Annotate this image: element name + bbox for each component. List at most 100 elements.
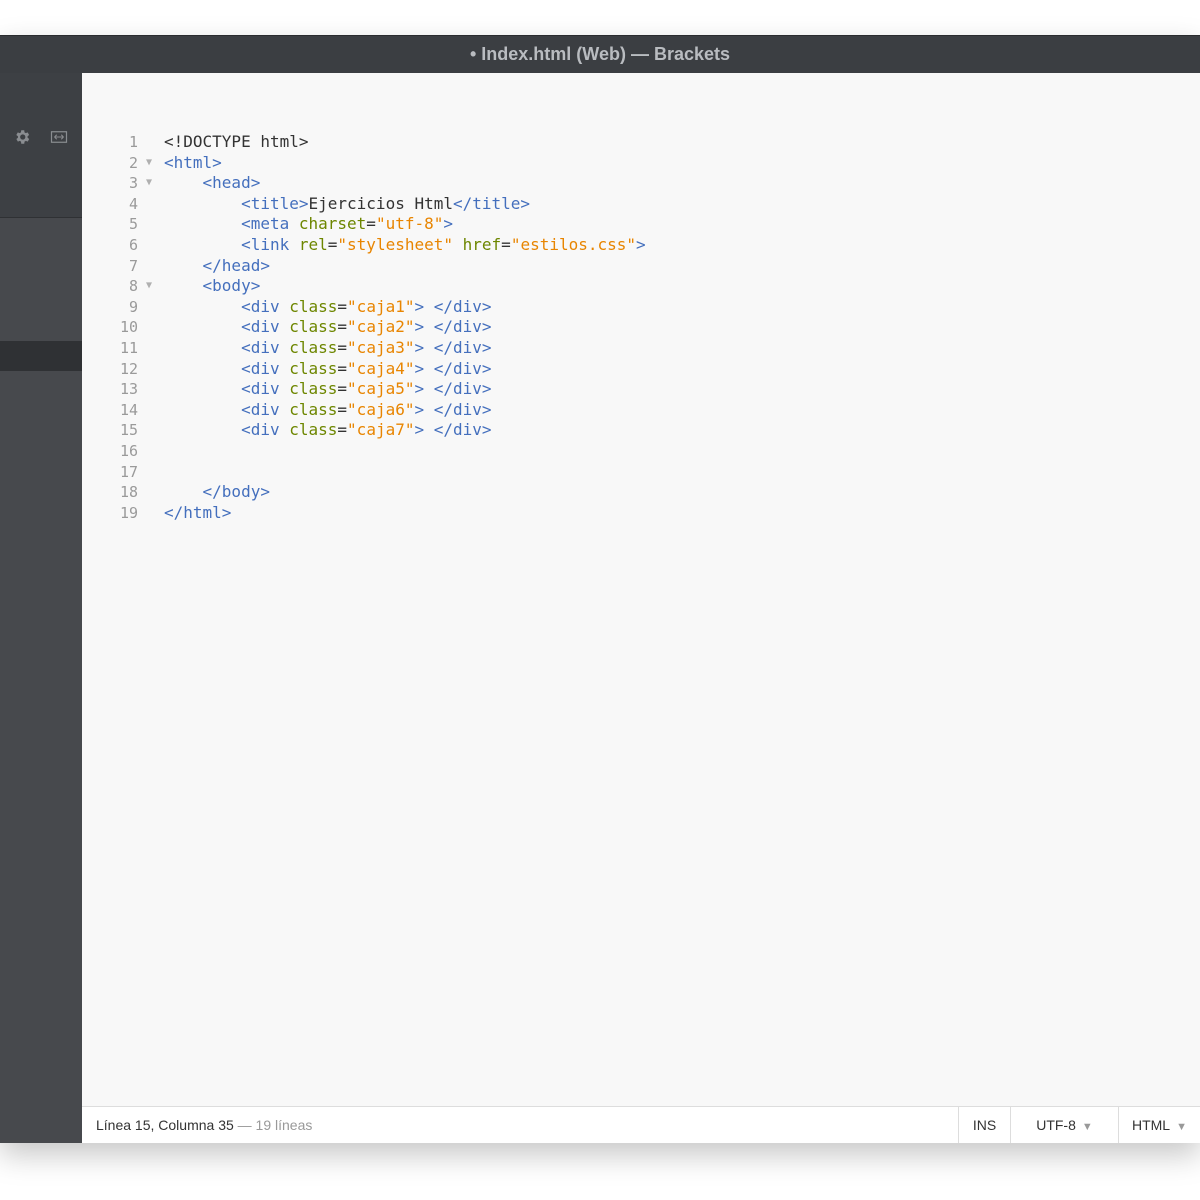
code-token: <div	[241, 379, 290, 399]
window-title: • Index.html (Web) — Brackets	[469, 44, 731, 64]
code-token: <title>	[241, 193, 309, 213]
code-text: <meta charset="utf-8">	[164, 214, 453, 235]
code-token: =	[337, 358, 348, 378]
code-line[interactable]: 12 <div class="caja4"> </div>	[82, 359, 1200, 380]
code-line[interactable]: 18 </body>	[82, 482, 1200, 503]
fold-arrow-icon[interactable]: ▼	[146, 153, 156, 174]
code-token: </div>	[433, 296, 492, 316]
code-token: class	[289, 337, 338, 357]
code-text: <title>Ejercicios Html</title>	[164, 194, 530, 215]
code-token: </div>	[433, 399, 492, 419]
line-number: 5	[128, 215, 138, 234]
code-text: <div class="caja6"> </div>	[164, 400, 492, 421]
insert-mode-toggle[interactable]: INS	[958, 1107, 1010, 1143]
code-token: href	[462, 234, 502, 254]
line-number: 9	[128, 297, 138, 316]
code-line[interactable]: 6 <link rel="stylesheet" href="estilos.c…	[82, 235, 1200, 256]
line-number: 10	[119, 318, 138, 337]
encoding-label: UTF-8	[1036, 1117, 1076, 1133]
code-token: <div	[241, 337, 290, 357]
code-text: <div class="caja5"> </div>	[164, 379, 492, 400]
line-number: 15	[119, 421, 138, 440]
code-text: <!DOCTYPE html>	[164, 132, 309, 153]
code-token: </title>	[453, 193, 531, 213]
selected-file-row[interactable]	[0, 341, 82, 371]
code-line[interactable]: 8 ▼ <body>	[82, 276, 1200, 297]
code-line[interactable]: 19 </html>	[82, 503, 1200, 524]
code-token: class	[289, 358, 338, 378]
code-token: <link	[241, 234, 299, 254]
code-token: </div>	[433, 420, 492, 440]
line-number: 1	[128, 133, 138, 151]
code-line[interactable]: 10 <div class="caja2"> </div>	[82, 317, 1200, 338]
code-token: "utf-8"	[375, 214, 444, 234]
line-number: 7	[128, 256, 138, 275]
code-line[interactable]: 5 <meta charset="utf-8">	[82, 214, 1200, 235]
gear-icon[interactable]	[13, 128, 31, 146]
language-select[interactable]: HTML ▼	[1118, 1107, 1200, 1143]
code-token: "caja2"	[347, 317, 415, 337]
code-line[interactable]: 2 ▼ <html>	[82, 153, 1200, 174]
code-token: =	[337, 379, 348, 399]
code-line[interactable]: 17	[82, 462, 1200, 483]
code-token: "caja7"	[347, 420, 415, 440]
line-number: 16	[119, 441, 138, 460]
code-text: </html>	[164, 503, 231, 524]
code-token: =	[501, 234, 511, 254]
code-line[interactable]: 11 <div class="caja3"> </div>	[82, 338, 1200, 359]
code-text: </body>	[164, 482, 270, 503]
code-line[interactable]: 13 <div class="caja5"> </div>	[82, 379, 1200, 400]
code-token: </div>	[433, 337, 492, 357]
code-token: "stylesheet"	[337, 234, 453, 254]
code-token: </body>	[202, 482, 270, 502]
code-line[interactable]: 14 <div class="caja6"> </div>	[82, 400, 1200, 421]
line-number: 18	[119, 483, 138, 502]
code-text: <body>	[164, 276, 261, 297]
code-line[interactable]: 4 <title>Ejercicios Html</title>	[82, 194, 1200, 215]
code-editor[interactable]: 1 <!DOCTYPE html> 2 ▼ <html> 3 ▼ <head> 4 <titl…	[82, 73, 1200, 1106]
code-line[interactable]: 1 <!DOCTYPE html>	[82, 132, 1200, 153]
encoding-select[interactable]: UTF-8 ▼	[1010, 1107, 1118, 1143]
code-token: >	[414, 296, 425, 316]
editor-window: • Index.html (Web) — Brackets 1 <!DOCTYPE…	[0, 35, 1200, 1143]
code-area[interactable]: 1 <!DOCTYPE html> 2 ▼ <html> 3 ▼ <head> 4 <titl…	[82, 132, 1200, 523]
code-token: charset	[298, 214, 367, 234]
split-view-icon[interactable]	[50, 128, 68, 146]
code-line[interactable]: 7 </head>	[82, 256, 1200, 277]
code-token: >	[414, 420, 425, 440]
chevron-down-icon: ▼	[1176, 1121, 1187, 1133]
code-line[interactable]: 9 <div class="caja1"> </div>	[82, 297, 1200, 318]
code-token: >	[414, 399, 425, 419]
code-token: "caja3"	[347, 337, 415, 357]
fold-arrow-icon[interactable]: ▼	[146, 276, 156, 297]
code-token: =	[366, 214, 376, 234]
code-line[interactable]: 16	[82, 441, 1200, 462]
code-token: =	[327, 234, 338, 254]
line-number: 3	[128, 174, 138, 193]
code-text: <div class="caja1"> </div>	[164, 297, 492, 318]
code-line[interactable]: 3 ▼ <head>	[82, 173, 1200, 194]
code-token: >	[414, 379, 425, 399]
code-token: class	[289, 399, 338, 419]
line-number: 17	[119, 462, 138, 481]
code-line[interactable]: 15 <div class="caja7"> </div>	[82, 420, 1200, 441]
code-token: =	[337, 399, 348, 419]
fold-arrow-icon[interactable]: ▼	[146, 173, 156, 194]
status-bar: Línea 15, Columna 35 — 19 líneas INS UTF…	[82, 1106, 1200, 1143]
code-token: <div	[241, 420, 290, 440]
code-token: </div>	[433, 317, 492, 337]
cursor-position-text: Línea 15, Columna 35	[96, 1117, 234, 1133]
